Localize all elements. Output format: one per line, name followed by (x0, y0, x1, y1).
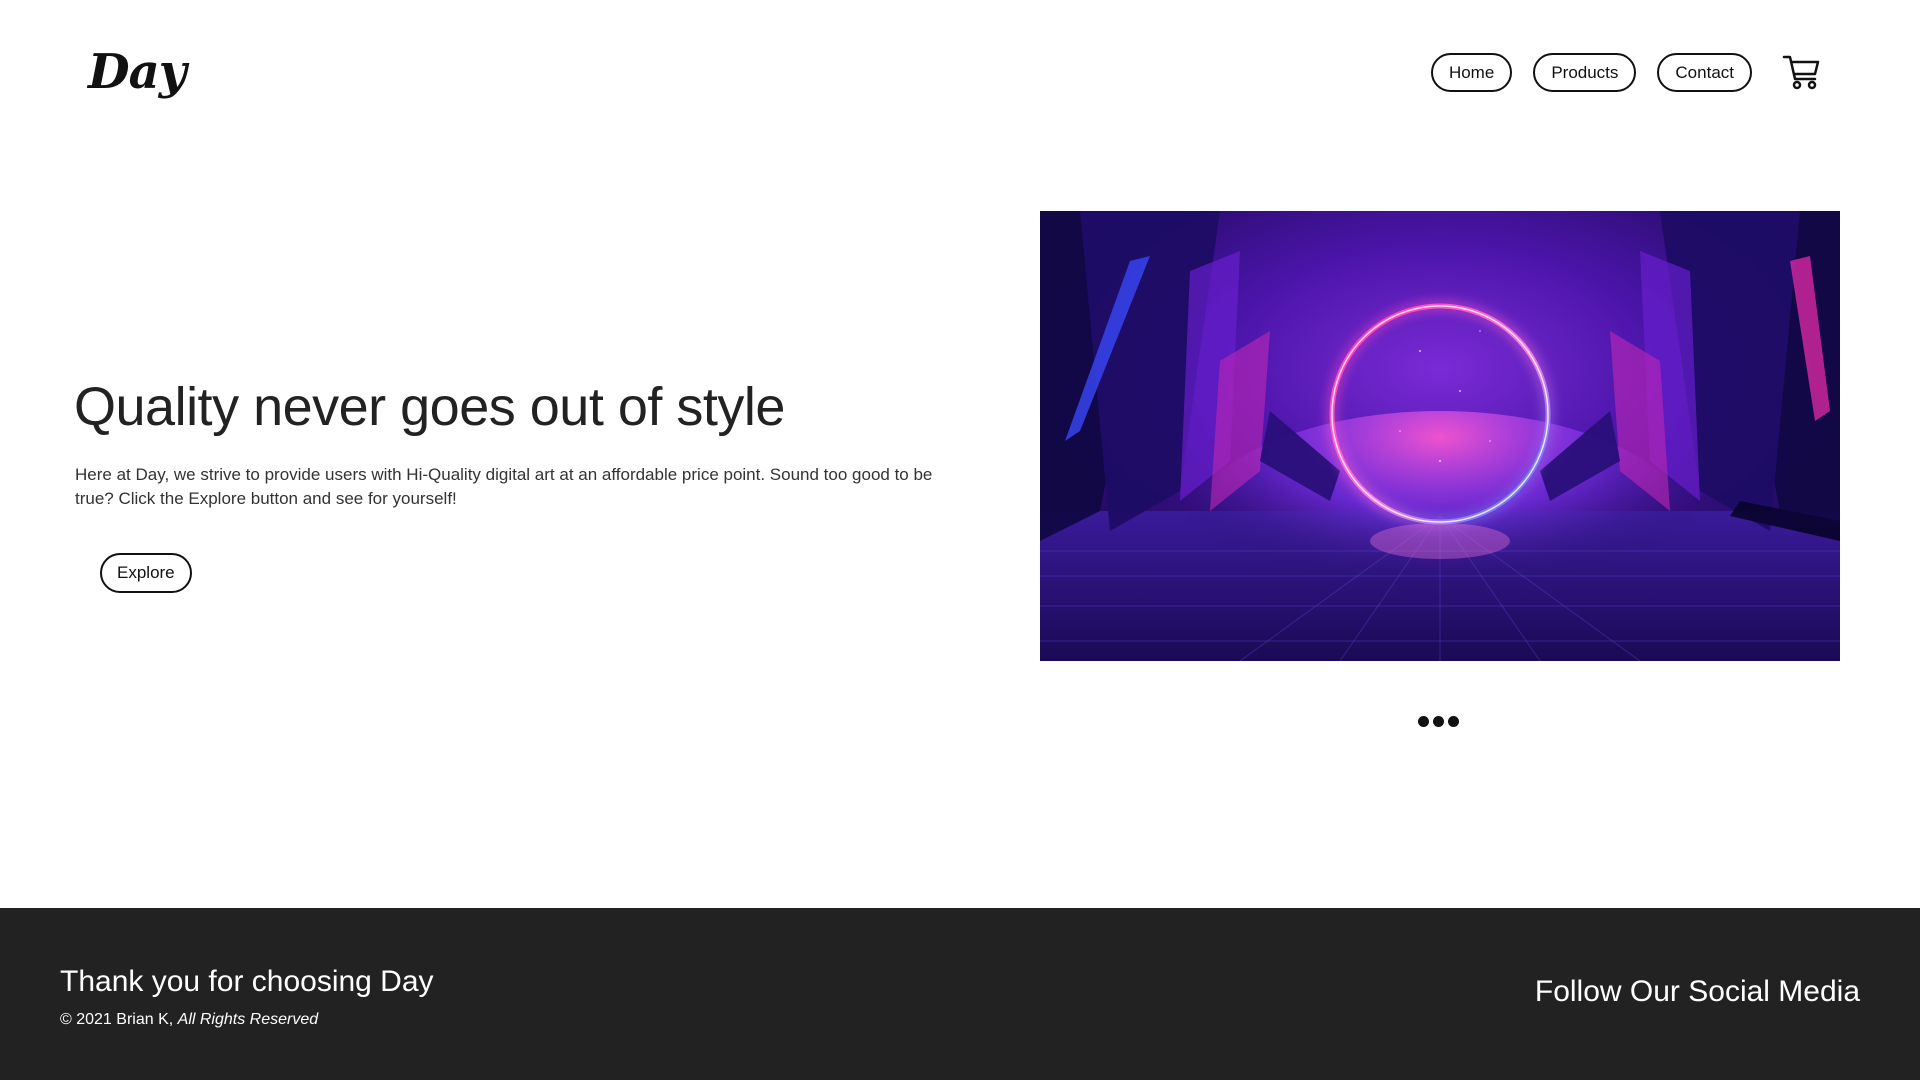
main-nav: Home Products Contact (1430, 53, 1752, 92)
footer-copyright: © 2021 Brian K, All Rights Reserved (60, 1011, 318, 1029)
follow-social-media: Follow Our Social Media (1534, 975, 1860, 1008)
footer: Thank you for choosing Day © 2021 Brian … (0, 908, 1920, 1080)
nav-home-button[interactable]: Home (1430, 53, 1513, 92)
footer-thanks: Thank you for choosing Day (60, 965, 434, 998)
logo[interactable]: Day (88, 44, 187, 100)
nav-products-button[interactable]: Products (1533, 53, 1637, 92)
explore-button[interactable]: Explore (100, 553, 192, 593)
page: Day Home Products Contact Quality never … (0, 0, 1920, 1080)
carousel-dots (1418, 716, 1459, 727)
copyright-text: © 2021 Brian K, (60, 1011, 174, 1028)
carousel-dot[interactable] (1448, 716, 1459, 727)
carousel-dot[interactable] (1418, 716, 1429, 727)
nav-contact-button[interactable]: Contact (1657, 53, 1752, 92)
hero-image (1040, 211, 1840, 661)
rights-text: All Rights Reserved (177, 1011, 319, 1028)
carousel-dot[interactable] (1433, 716, 1444, 727)
hero-title: Quality never goes out of style (74, 377, 785, 437)
hero-description: Here at Day, we strive to provide users … (75, 465, 933, 508)
shopping-cart-icon[interactable] (1782, 52, 1822, 92)
